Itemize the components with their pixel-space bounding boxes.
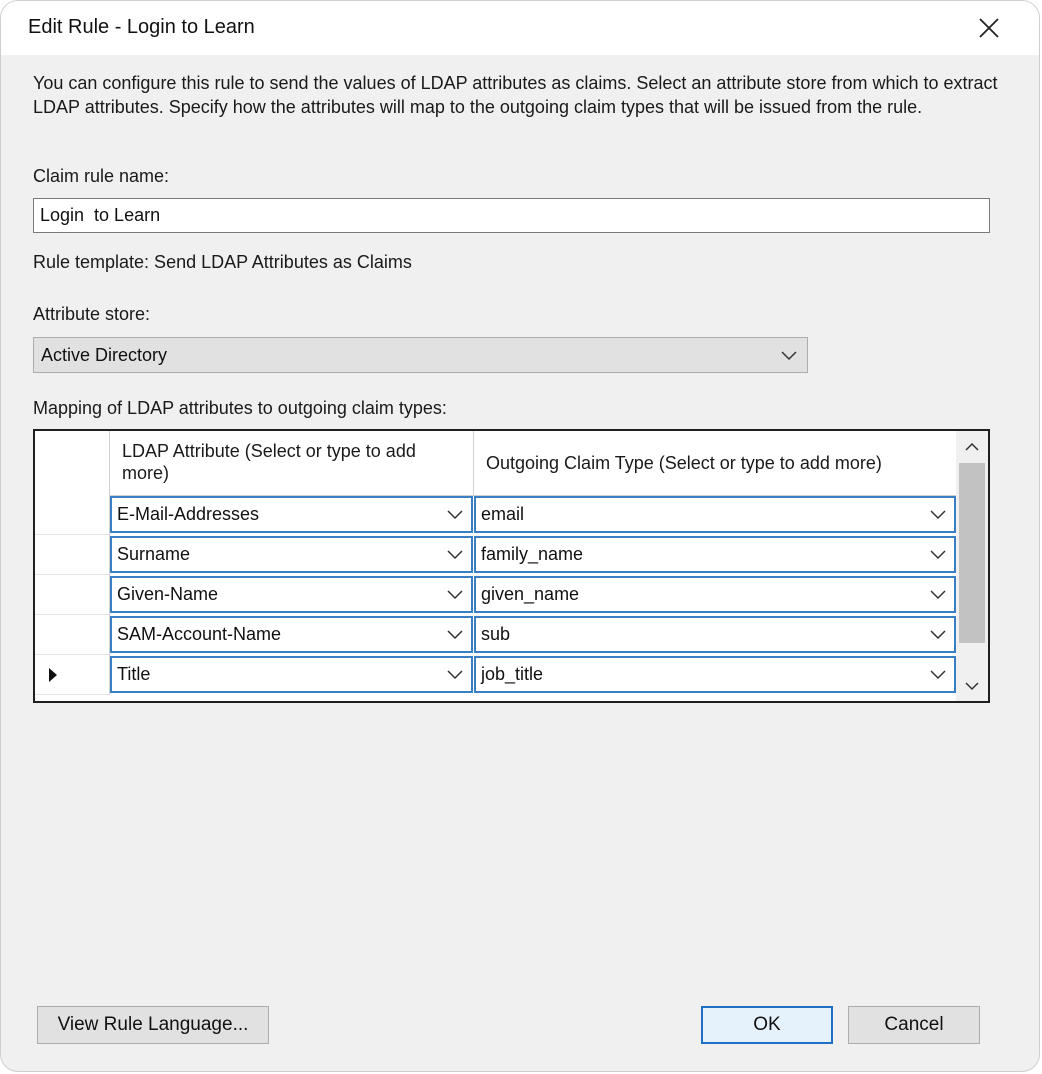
ldap-attribute-value: Surname	[117, 544, 191, 564]
attribute-store-label: Attribute store:	[33, 304, 151, 324]
outgoing-claim-type-select[interactable]: job_title	[474, 656, 956, 693]
ldap-attribute-value: SAM-Account-Name	[117, 624, 282, 644]
chevron-down-icon	[965, 681, 979, 690]
column-header-ldap-attribute[interactable]: LDAP Attribute (Select or type to add mo…	[110, 431, 474, 495]
ldap-attribute-select[interactable]: Surname	[110, 536, 473, 573]
dialog-title: Edit Rule - Login to Learn	[28, 16, 255, 38]
outgoing-claim-type-value: email	[481, 504, 525, 524]
scroll-up-button[interactable]	[956, 431, 988, 461]
close-button[interactable]	[969, 11, 1009, 45]
title-bar: Edit Rule - Login to Learn	[1, 1, 1039, 55]
grid-header: LDAP Attribute (Select or type to add mo…	[35, 431, 958, 496]
table-row: Surname family_name	[35, 535, 958, 575]
scroll-down-button[interactable]	[956, 671, 988, 701]
ldap-attribute-select[interactable]: Title	[110, 656, 473, 693]
mapping-grid: LDAP Attribute (Select or type to add mo…	[33, 429, 990, 703]
column-header-outgoing-claim-type[interactable]: Outgoing Claim Type (Select or type to a…	[474, 431, 958, 495]
claim-rule-name-label: Claim rule name:	[33, 166, 170, 186]
outgoing-claim-type-value: given_name	[481, 584, 580, 604]
chevron-down-icon	[930, 550, 946, 560]
claim-rule-name-input[interactable]	[33, 198, 990, 233]
attribute-store-select[interactable]: Active Directory	[33, 337, 808, 373]
chevron-down-icon	[781, 351, 797, 361]
ldap-attribute-value: E-Mail-Addresses	[117, 504, 260, 524]
table-row: Given-Name given_name	[35, 575, 958, 615]
ldap-attribute-select[interactable]: Given-Name	[110, 576, 473, 613]
row-header[interactable]	[35, 615, 110, 655]
row-header[interactable]	[35, 535, 110, 575]
ldap-attribute-select[interactable]: SAM-Account-Name	[110, 616, 473, 653]
chevron-down-icon	[930, 630, 946, 640]
outgoing-claim-type-value: job_title	[481, 664, 544, 684]
row-header[interactable]	[35, 495, 110, 535]
chevron-down-icon	[930, 670, 946, 680]
attribute-store-value: Active Directory	[41, 344, 168, 365]
chevron-down-icon	[447, 510, 463, 520]
edit-rule-dialog: Edit Rule - Login to Learn You can confi…	[0, 0, 1040, 1072]
outgoing-claim-type-value: family_name	[481, 544, 584, 564]
table-row: E-Mail-Addresses email	[35, 495, 958, 535]
outgoing-claim-type-select[interactable]: sub	[474, 616, 956, 653]
view-rule-language-button[interactable]: View Rule Language...	[37, 1006, 269, 1044]
ldap-attribute-select[interactable]: E-Mail-Addresses	[110, 496, 473, 533]
chevron-down-icon	[930, 510, 946, 520]
table-row: SAM-Account-Name sub	[35, 615, 958, 655]
close-icon	[979, 18, 999, 38]
cancel-button[interactable]: Cancel	[848, 1006, 980, 1044]
chevron-down-icon	[447, 630, 463, 640]
ok-button[interactable]: OK	[701, 1006, 833, 1044]
mapping-label: Mapping of LDAP attributes to outgoing c…	[33, 398, 447, 418]
row-header-corner	[35, 431, 110, 495]
outgoing-claim-type-value: sub	[481, 624, 511, 644]
ldap-attribute-value: Given-Name	[117, 584, 219, 604]
chevron-down-icon	[447, 550, 463, 560]
rule-template-text: Rule template: Send LDAP Attributes as C…	[33, 252, 412, 272]
outgoing-claim-type-select[interactable]: family_name	[474, 536, 956, 573]
current-row-arrow-icon	[49, 668, 57, 682]
table-row-current: Title job_title	[35, 655, 958, 695]
scroll-thumb[interactable]	[959, 463, 985, 643]
chevron-up-icon	[965, 442, 979, 451]
chevron-down-icon	[447, 670, 463, 680]
row-header[interactable]	[35, 575, 110, 615]
rule-description: You can configure this rule to send the …	[33, 73, 998, 117]
chevron-down-icon	[930, 590, 946, 600]
outgoing-claim-type-select[interactable]: given_name	[474, 576, 956, 613]
row-header[interactable]	[35, 655, 110, 695]
chevron-down-icon	[447, 590, 463, 600]
ldap-attribute-value: Title	[117, 664, 151, 684]
outgoing-claim-type-select[interactable]: email	[474, 496, 956, 533]
vertical-scrollbar[interactable]	[956, 431, 988, 701]
